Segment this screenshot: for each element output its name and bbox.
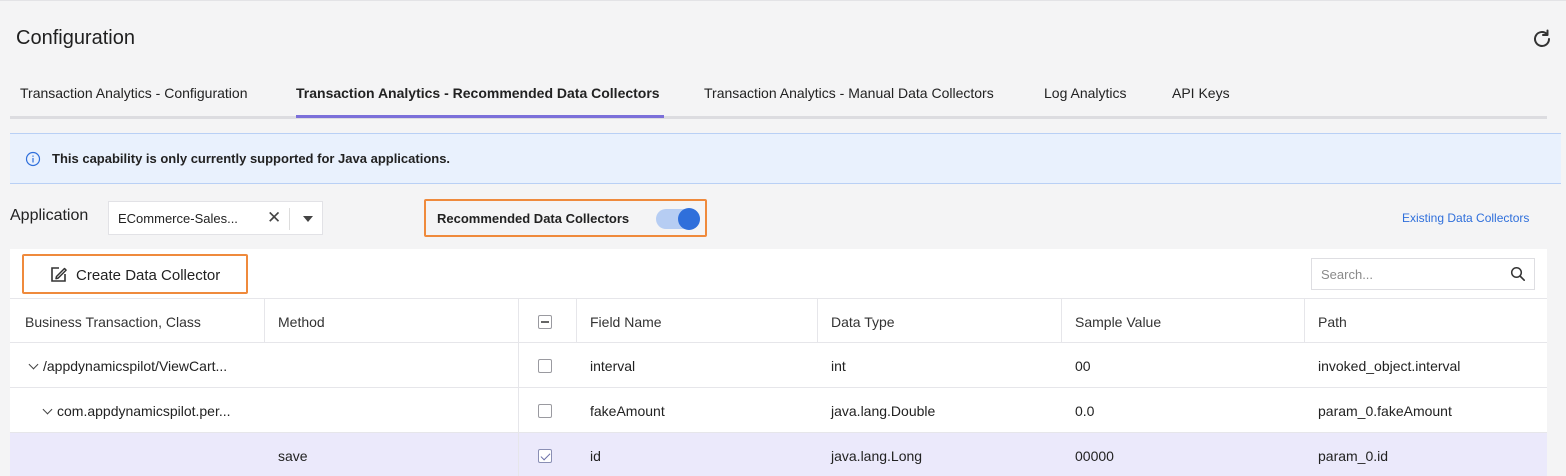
table-header: Business Transaction, Class Method Field… bbox=[10, 299, 1547, 343]
search-input[interactable] bbox=[1312, 259, 1502, 289]
info-banner-text: This capability is only currently suppor… bbox=[52, 151, 451, 166]
active-tab-indicator bbox=[296, 115, 664, 118]
business-transaction-name: /appdynamicspilot/ViewCart... bbox=[43, 358, 228, 374]
column-divider bbox=[518, 433, 519, 476]
application-select[interactable]: ECommerce-Sales... ✕ bbox=[108, 201, 323, 235]
column-divider bbox=[1304, 299, 1305, 342]
table-row[interactable]: com.appdynamicspilot.per... fakeAmount j… bbox=[10, 388, 1547, 433]
tab-bar: Transaction Analytics - Configuration Tr… bbox=[10, 71, 1547, 119]
search-box bbox=[1311, 258, 1535, 290]
field-name-cell: fakeAmount bbox=[590, 403, 665, 419]
chevron-down-icon[interactable] bbox=[42, 404, 53, 415]
page-title: Configuration bbox=[16, 27, 135, 49]
column-divider bbox=[518, 388, 519, 432]
column-divider bbox=[518, 343, 519, 387]
sample-value-cell: 00000 bbox=[1075, 448, 1114, 464]
column-header-sample-value[interactable]: Sample Value bbox=[1075, 314, 1161, 330]
data-type-cell: int bbox=[831, 358, 846, 374]
select-all-checkbox[interactable] bbox=[538, 315, 552, 329]
application-select-value: ECommerce-Sales... bbox=[118, 211, 238, 226]
column-header-business-transaction[interactable]: Business Transaction, Class bbox=[25, 314, 201, 330]
search-icon[interactable] bbox=[1510, 266, 1526, 282]
row-checkbox[interactable] bbox=[538, 404, 552, 418]
clear-icon[interactable]: ✕ bbox=[267, 208, 281, 228]
info-icon bbox=[25, 151, 41, 167]
create-data-collector-button[interactable]: Create Data Collector bbox=[22, 254, 248, 294]
column-header-method[interactable]: Method bbox=[278, 314, 325, 330]
grid-toolbar: Create Data Collector bbox=[10, 249, 1547, 299]
column-header-data-type[interactable]: Data Type bbox=[831, 314, 895, 330]
data-type-cell: java.lang.Double bbox=[831, 403, 936, 419]
tab-ta-recommended-data-collectors[interactable]: Transaction Analytics - Recommended Data… bbox=[296, 85, 660, 101]
create-data-collector-label: Create Data Collector bbox=[76, 267, 221, 284]
path-cell: invoked_object.interval bbox=[1318, 358, 1461, 374]
table-row-selected[interactable]: save id java.lang.Long 00000 param_0.id bbox=[10, 433, 1547, 476]
sample-value-cell: 00 bbox=[1075, 358, 1091, 374]
select-divider bbox=[289, 208, 290, 230]
tab-api-keys[interactable]: API Keys bbox=[1172, 85, 1230, 101]
refresh-icon[interactable] bbox=[1530, 27, 1554, 51]
chevron-down-icon[interactable] bbox=[303, 216, 313, 222]
toggle-knob bbox=[678, 208, 700, 230]
column-divider bbox=[576, 299, 577, 342]
field-name-cell: id bbox=[590, 448, 601, 464]
path-cell: param_0.id bbox=[1318, 448, 1389, 464]
column-header-path[interactable]: Path bbox=[1318, 314, 1347, 330]
row-checkbox[interactable] bbox=[538, 359, 552, 373]
data-type-cell: java.lang.Long bbox=[831, 448, 923, 464]
column-header-field-name[interactable]: Field Name bbox=[590, 314, 662, 330]
data-collectors-grid: Create Data Collector Business Transacti… bbox=[10, 249, 1547, 476]
edit-icon bbox=[51, 267, 67, 282]
path-cell: param_0.fakeAmount bbox=[1318, 403, 1452, 419]
configuration-panel: Configuration Transaction Analytics - Co… bbox=[0, 0, 1566, 476]
recommended-data-collectors-toggle-group: Recommended Data Collectors bbox=[424, 199, 707, 237]
tab-log-analytics[interactable]: Log Analytics bbox=[1044, 85, 1127, 101]
column-divider bbox=[518, 299, 519, 342]
application-label: Application bbox=[10, 207, 89, 224]
tab-ta-manual-data-collectors[interactable]: Transaction Analytics - Manual Data Coll… bbox=[704, 85, 994, 101]
row-class-cell[interactable]: com.appdynamicspilot.per... bbox=[42, 403, 231, 419]
chevron-down-icon[interactable] bbox=[28, 359, 39, 370]
column-divider bbox=[264, 299, 265, 342]
row-checkbox-checked[interactable] bbox=[538, 449, 552, 463]
recommended-data-collectors-toggle[interactable] bbox=[656, 208, 700, 230]
sample-value-cell: 0.0 bbox=[1075, 403, 1095, 419]
info-banner: This capability is only currently suppor… bbox=[10, 133, 1561, 184]
tab-ta-configuration[interactable]: Transaction Analytics - Configuration bbox=[20, 85, 247, 101]
row-bt-cell[interactable]: /appdynamicspilot/ViewCart... bbox=[28, 358, 228, 374]
existing-data-collectors-link[interactable]: Existing Data Collectors bbox=[1402, 211, 1529, 225]
recommended-data-collectors-label: Recommended Data Collectors bbox=[437, 211, 630, 226]
class-name: com.appdynamicspilot.per... bbox=[57, 403, 231, 419]
column-divider bbox=[817, 299, 818, 342]
field-name-cell: interval bbox=[590, 358, 636, 374]
table-row[interactable]: /appdynamicspilot/ViewCart... interval i… bbox=[10, 343, 1547, 388]
method-cell: save bbox=[278, 448, 308, 464]
column-divider bbox=[1061, 299, 1062, 342]
